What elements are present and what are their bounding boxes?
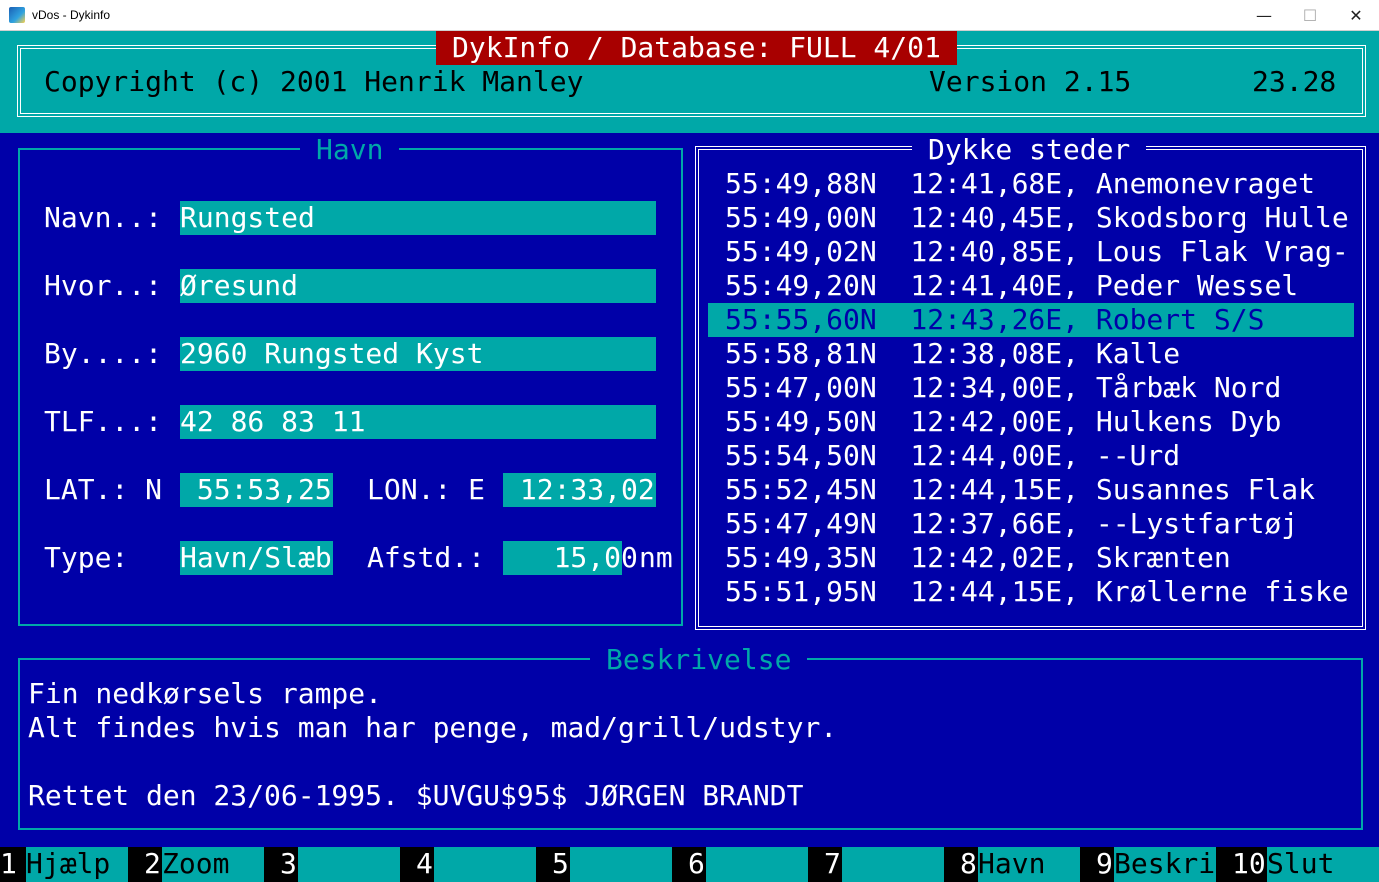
window-title: vDos - Dykinfo [32,8,111,22]
dive-site-item[interactable]: 55:47,00N 12:34,00E, Tårbæk Nord [708,371,1354,405]
fkey-label: Slut [1267,847,1379,882]
function-key-bar: 1 Hjælp 2 Zoom 3 4 5 6 7 8 Havn 9 Beskri… [0,847,1379,882]
hvor-field[interactable]: Øresund [180,269,656,303]
window-titlebar: vDos - Dykinfo — ☐ ✕ [0,0,1379,31]
dive-site-item[interactable]: 55:54,50N 12:44,00E, --Urd [708,439,1354,473]
lat-label: LAT.: N [44,473,163,506]
havn-panel-title: Havn [300,133,400,167]
fkey-6[interactable]: 6 [680,847,810,882]
afstd-field[interactable]: 15,00 [503,541,638,575]
fkey-label [298,847,400,882]
fkey-help[interactable]: 1 Hjælp [0,847,130,882]
type-field[interactable]: Havn/Slæb [180,541,333,575]
afstd-unit: nm [639,541,673,574]
description-line[interactable]: Alt findes hvis man har penge, mad/grill… [28,711,837,745]
dive-site-item[interactable]: 55:52,45N 12:44,15E, Susannes Flak [708,473,1354,507]
fkey-label: Beskri [1114,847,1216,882]
dos-screen: DykInfo / Database: FULL 4/01 Copyright … [0,31,1379,882]
fkey-number: 1 [0,847,26,881]
description-title: Beskrivelse [590,643,808,677]
navn-field[interactable]: Rungsted [180,201,656,235]
copyright-text: Copyright (c) 2001 Henrik Manley [44,65,584,98]
lon-field[interactable]: 12:33,02 [503,473,656,507]
dive-site-item[interactable]: 55:49,02N 12:40,85E, Lous Flak Vrag- [708,235,1354,269]
version-text: Version 2.15 [929,65,1132,98]
dive-site-item[interactable]: 55:49,00N 12:40,45E, Skodsborg Hulle [708,201,1354,235]
tlf-field[interactable]: 42 86 83 11 [180,405,656,439]
fkey-label [842,847,944,882]
fkey-label: Hjælp [26,847,128,882]
maximize-button[interactable]: ☐ [1287,0,1333,31]
dive-site-item[interactable]: 55:58,81N 12:38,08E, Kalle [708,337,1354,371]
clock-text: 23.28 [1252,65,1337,98]
description-line[interactable]: Fin nedkørsels rampe. [28,677,382,711]
fkey-beskri[interactable]: 9 Beskri [1088,847,1218,882]
fkey-3[interactable]: 3 [272,847,402,882]
dive-site-item[interactable]: 55:49,20N 12:41,40E, Peder Wessel [708,269,1354,303]
fkey-label: Havn [978,847,1080,882]
fkey-label [706,847,808,882]
fkey-number: 10 [1232,847,1268,881]
fkey-slut[interactable]: 10 Slut [1224,847,1379,882]
tlf-label: TLF...: [44,405,163,438]
app-icon [9,7,25,23]
lon-label: LON.: E [367,473,486,506]
dive-site-item[interactable]: 55:49,88N 12:41,68E, Anemonevraget [708,167,1354,201]
dive-site-item[interactable]: 55:47,49N 12:37,66E, --Lystfartøj [708,507,1354,541]
fkey-label [434,847,536,882]
dive-site-item[interactable]: 55:49,50N 12:42,00E, Hulkens Dyb [708,405,1354,439]
type-label: Type: [44,541,129,574]
fkey-5[interactable]: 5 [544,847,674,882]
by-label: By....: [44,337,163,370]
fkey-havn[interactable]: 8 Havn [952,847,1082,882]
fkey-zoom[interactable]: 2 Zoom [136,847,266,882]
dive-sites-title: Dykke steder [912,133,1147,167]
fkey-7[interactable]: 7 [816,847,946,882]
fkey-label: Zoom [162,847,264,882]
description-line[interactable]: Rettet den 23/06-1995. $UVGU$95$ JØRGEN … [28,779,803,813]
app-title: DykInfo / Database: FULL 4/01 [436,31,957,65]
dive-site-item[interactable]: 55:51,95N 12:44,15E, Krøllerne fiske [708,575,1354,609]
dive-site-item-selected[interactable]: 55:55,60N 12:43,26E, Robert S/S [708,303,1354,337]
hvor-label: Hvor..: [44,269,163,302]
minimize-button[interactable]: — [1241,0,1287,31]
lat-field[interactable]: 55:53,25 [180,473,333,507]
dive-sites-list[interactable]: 55:49,88N 12:41,68E, Anemonevraget 55:49… [708,167,1354,609]
afstd-label: Afstd.: [367,541,486,574]
fkey-label [570,847,672,882]
dive-site-item[interactable]: 55:49,35N 12:42,02E, Skrænten [708,541,1354,575]
fkey-4[interactable]: 4 [408,847,538,882]
navn-label: Navn..: [44,201,163,234]
by-field[interactable]: 2960 Rungsted Kyst [180,337,656,371]
close-button[interactable]: ✕ [1333,0,1379,31]
